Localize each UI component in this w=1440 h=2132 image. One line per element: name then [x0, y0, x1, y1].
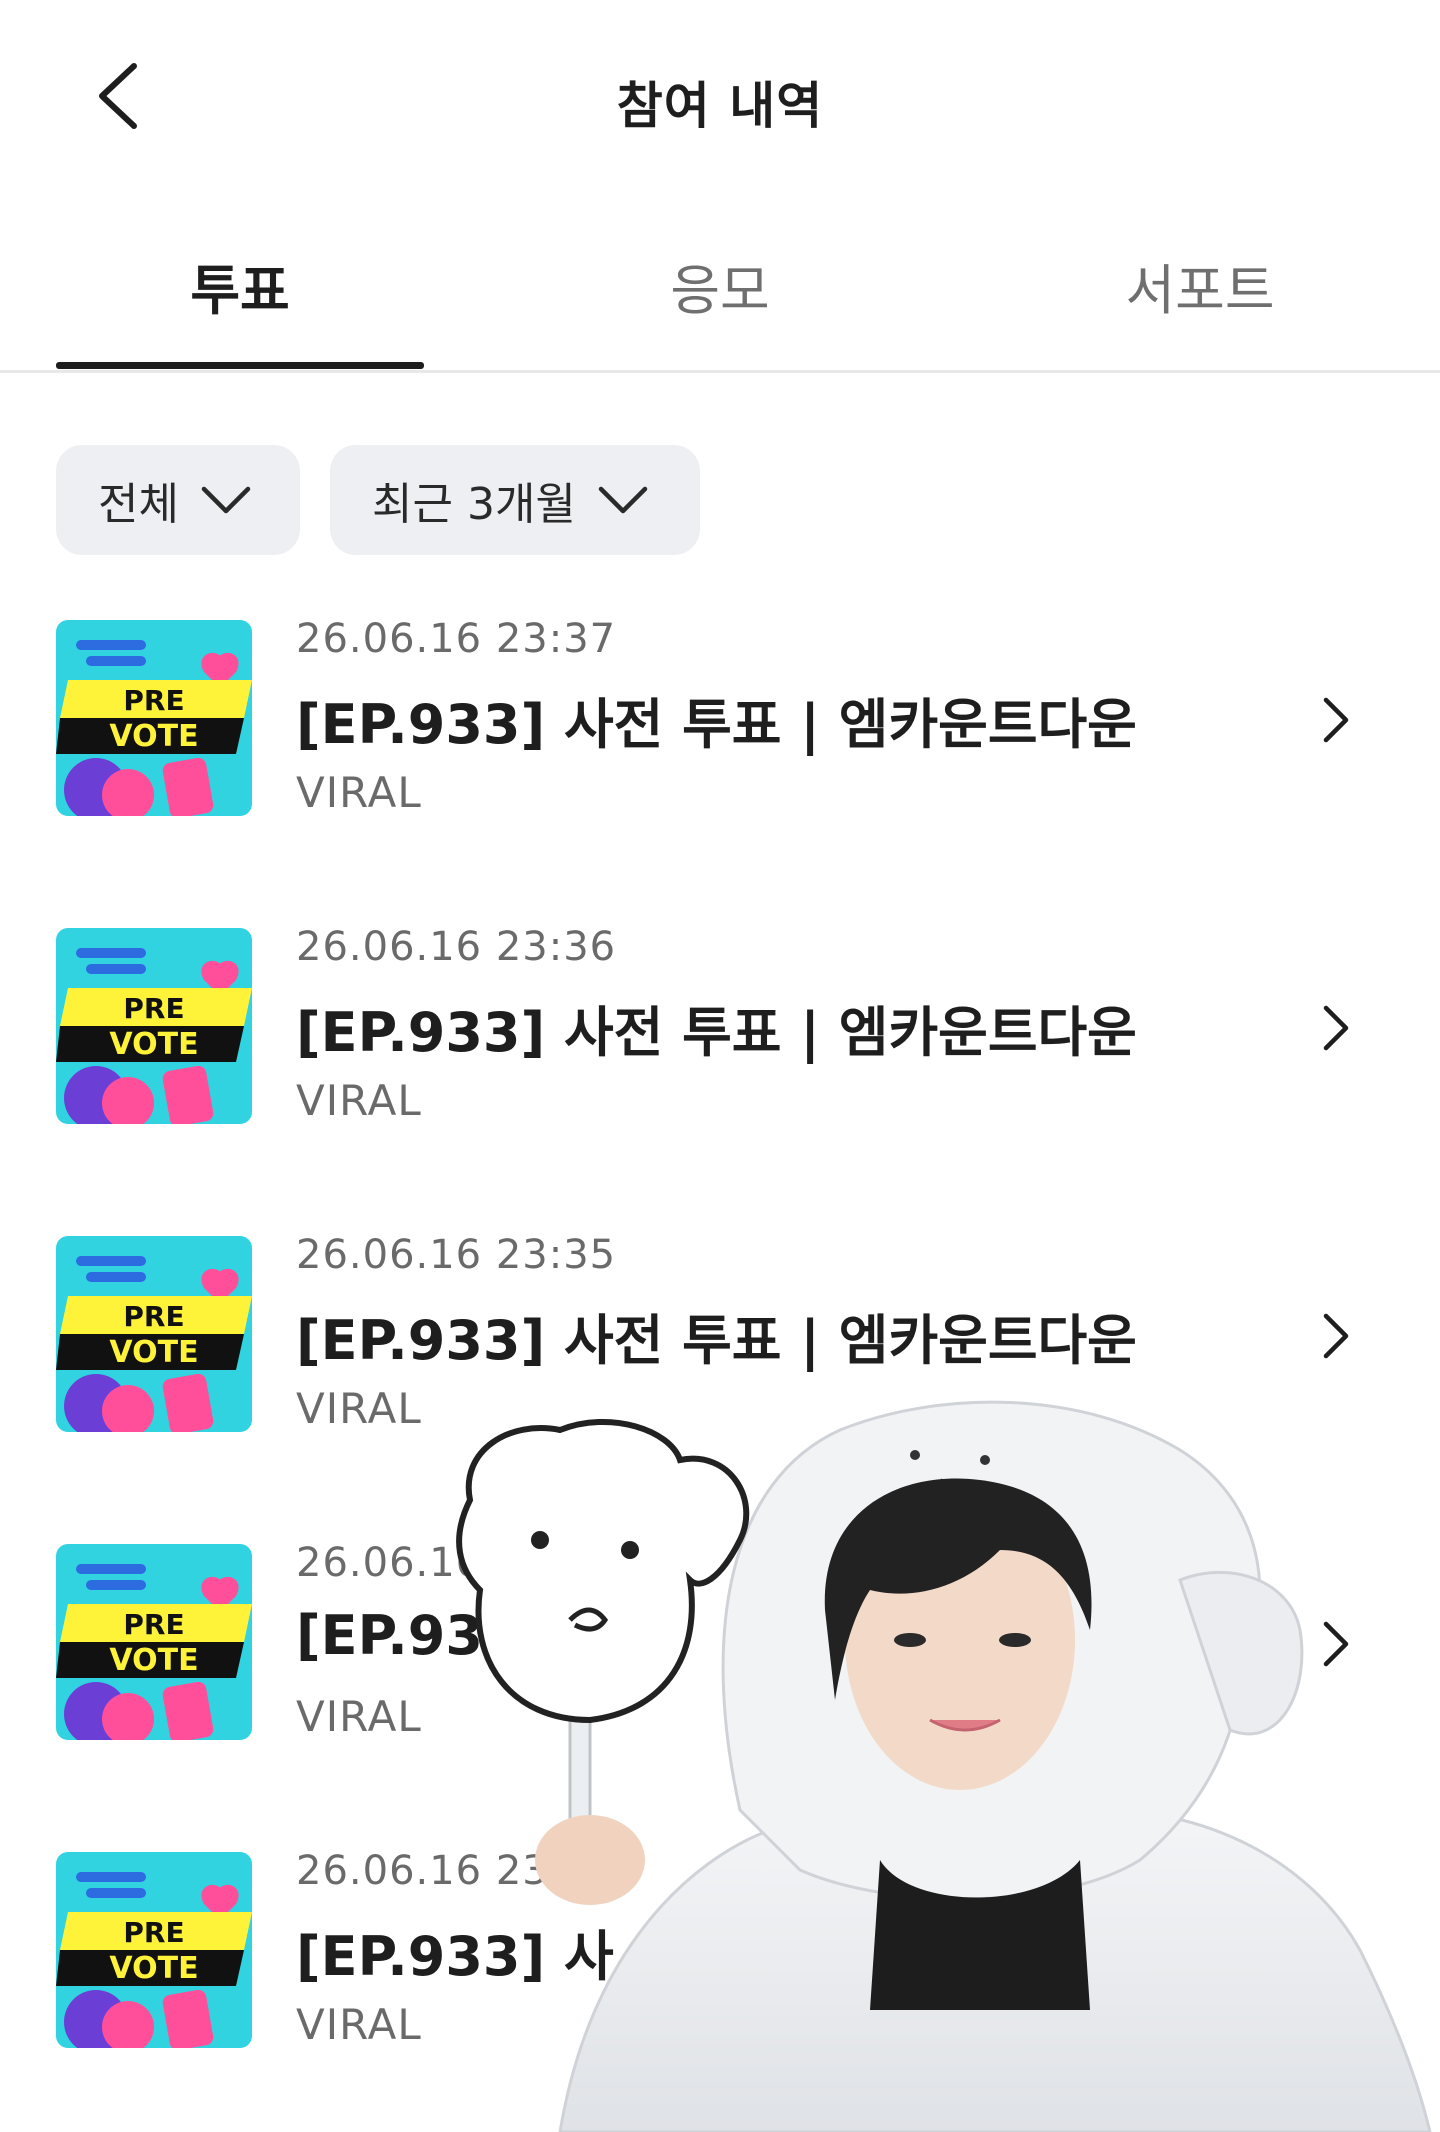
header: 참여 내역 — [0, 0, 1440, 200]
list-item[interactable]: PRE VOTE 26.06.16 23:35 [EP.933] 사전 투표 |… — [0, 1216, 1440, 1524]
item-subtitle: VIRAL — [296, 2000, 422, 2049]
item-date: 26.06.16 23:36 — [296, 924, 617, 970]
chevron-right-icon — [1314, 692, 1358, 748]
period-filter-dropdown[interactable]: 최근 3개월 — [330, 445, 700, 555]
tab-entry[interactable]: 응모 — [480, 232, 960, 370]
category-filter-dropdown[interactable]: 전체 — [56, 445, 300, 555]
item-subtitle: VIRAL — [296, 1384, 422, 1433]
chevron-down-icon — [201, 485, 251, 515]
pre-vote-thumbnail: PRE VOTE — [56, 928, 252, 1124]
tab-divider — [0, 370, 1440, 373]
item-date: 26.06.16 23:34 — [296, 1848, 617, 1894]
period-filter-label: 최근 3개월 — [372, 479, 576, 530]
chevron-right-icon — [1314, 1000, 1358, 1056]
tab-support[interactable]: 서포트 — [960, 232, 1440, 370]
list-item[interactable]: PRE VOTE 26.06.16 23:37 [EP.933] 사전 투표 |… — [0, 600, 1440, 908]
item-subtitle: VIRAL — [296, 1076, 422, 1125]
pre-vote-thumbnail: PRE VOTE — [56, 620, 252, 816]
pre-vote-thumbnail: PRE VOTE — [56, 1236, 252, 1432]
item-title: [EP.933] 사전 투표 | 엠카운트다운 — [296, 693, 1137, 756]
pre-vote-thumbnail: PRE VOTE — [56, 1852, 252, 2048]
thumbnail-vote-text: VOTE — [109, 1643, 198, 1678]
thumbnail-pre-text: PRE — [123, 992, 184, 1025]
thumbnail-vote-text: VOTE — [109, 1027, 198, 1062]
page-title: 참여 내역 — [616, 77, 824, 135]
pre-vote-thumbnail: PRE VOTE — [56, 1544, 252, 1740]
category-filter-label: 전체 — [98, 479, 179, 530]
tab-bar: 투표 응모 서포트 — [0, 232, 1440, 374]
thumbnail-vote-text: VOTE — [109, 1951, 198, 1986]
thumbnail-pre-text: PRE — [123, 684, 184, 717]
item-subtitle: VIRAL — [296, 768, 422, 817]
tab-vote[interactable]: 투표 — [0, 232, 480, 370]
thumbnail-pre-text: PRE — [123, 1916, 184, 1949]
thumbnail-pre-text: PRE — [123, 1608, 184, 1641]
active-tab-indicator — [56, 362, 424, 369]
item-title: [EP.93 — [296, 1604, 483, 1667]
thumbnail-vote-text: VOTE — [109, 1335, 198, 1370]
item-date: 26.06.16 23:37 — [296, 616, 617, 662]
item-date: 26.06.16 23:35 — [296, 1232, 617, 1278]
item-date: 26.06.16 23:35 — [296, 1540, 617, 1586]
chevron-down-icon — [598, 485, 648, 515]
item-title: [EP.933] 사 — [296, 1925, 614, 1988]
thumbnail-pre-text: PRE — [123, 1300, 184, 1333]
participation-history-page: 참여 내역 투표 응모 서포트 전체 최근 3개월 PRE VOTE 26.06… — [0, 0, 1440, 2132]
item-title: [EP.933] 사전 투표 | 엠카운트다운 — [296, 1001, 1137, 1064]
chevron-right-icon — [1314, 1308, 1358, 1364]
thumbnail-vote-text: VOTE — [109, 719, 198, 754]
list-item[interactable]: PRE VOTE 26.06.16 23:35 [EP.93 VIRAL — [0, 1524, 1440, 1832]
list-item[interactable]: PRE VOTE 26.06.16 23:36 [EP.933] 사전 투표 |… — [0, 908, 1440, 1216]
item-subtitle: VIRAL — [296, 1692, 422, 1741]
list-item[interactable]: PRE VOTE 26.06.16 23:34 [EP.933] 사 VIRAL — [0, 1832, 1440, 2132]
chevron-right-icon — [1314, 1616, 1358, 1672]
item-title: [EP.933] 사전 투표 | 엠카운트다운 — [296, 1309, 1137, 1372]
chevron-right-icon — [1314, 1924, 1358, 1980]
